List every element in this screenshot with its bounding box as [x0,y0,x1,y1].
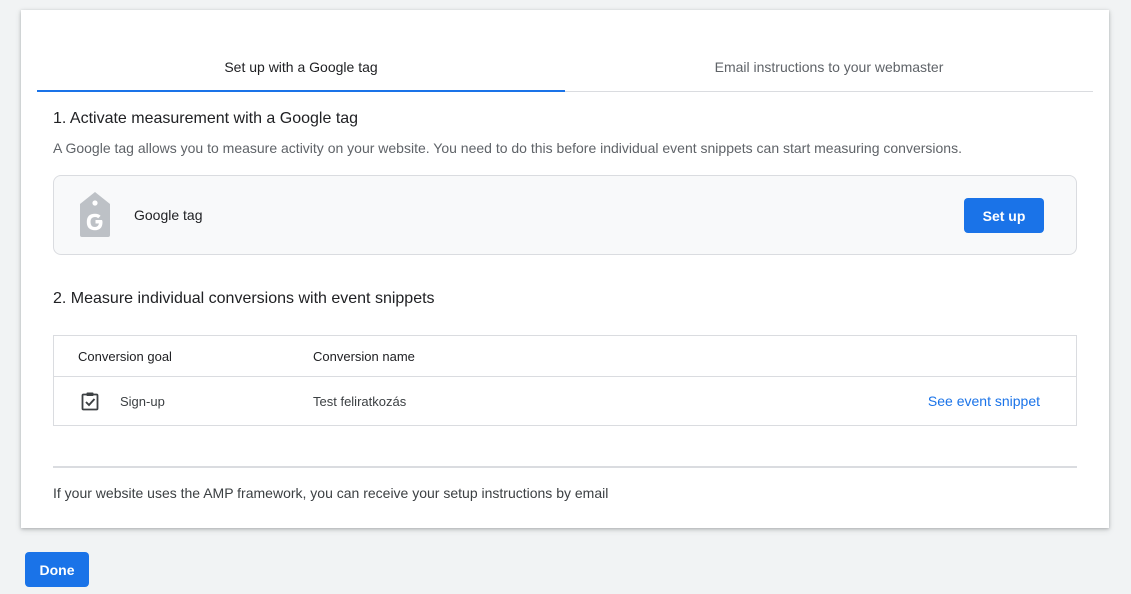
conversion-name-cell: Test feliratkozás [313,393,407,409]
setup-button[interactable]: Set up [964,198,1044,233]
tab-email-webmaster[interactable]: Email instructions to your webmaster [565,10,1093,91]
table-row: Sign-up Test feliratkozás See event snip… [54,377,1076,425]
divider [53,466,1077,468]
goal-cell: Sign-up [78,377,165,425]
setup-card: Set up with a Google tag Email instructi… [21,10,1109,528]
google-tag-box: Google tag Set up [53,175,1077,255]
section2-heading: 2. Measure individual conversions with e… [53,290,435,307]
table-header: Conversion goal Conversion name [54,336,1076,377]
tab-google-tag[interactable]: Set up with a Google tag [37,10,565,92]
see-event-snippet-label[interactable]: See event snippet [928,393,1040,409]
google-tag-icon [80,192,110,237]
done-button[interactable]: Done [25,552,89,587]
see-event-snippet-link[interactable]: See event snippet [928,377,1040,425]
goal-label: Sign-up [120,393,165,409]
clipboard-check-icon [81,392,99,411]
section1-description: A Google tag allows you to measure activ… [53,140,962,156]
amp-instructions-text: If your website uses the AMP framework, … [53,485,609,501]
conversions-table: Conversion goal Conversion name Sign-up … [53,335,1077,426]
google-tag-label: Google tag [134,207,203,223]
column-conversion-name: Conversion name [313,348,415,364]
section1-heading: 1. Activate measurement with a Google ta… [53,110,359,127]
column-conversion-goal: Conversion goal [78,348,172,364]
tab-bar: Set up with a Google tag Email instructi… [37,10,1093,92]
